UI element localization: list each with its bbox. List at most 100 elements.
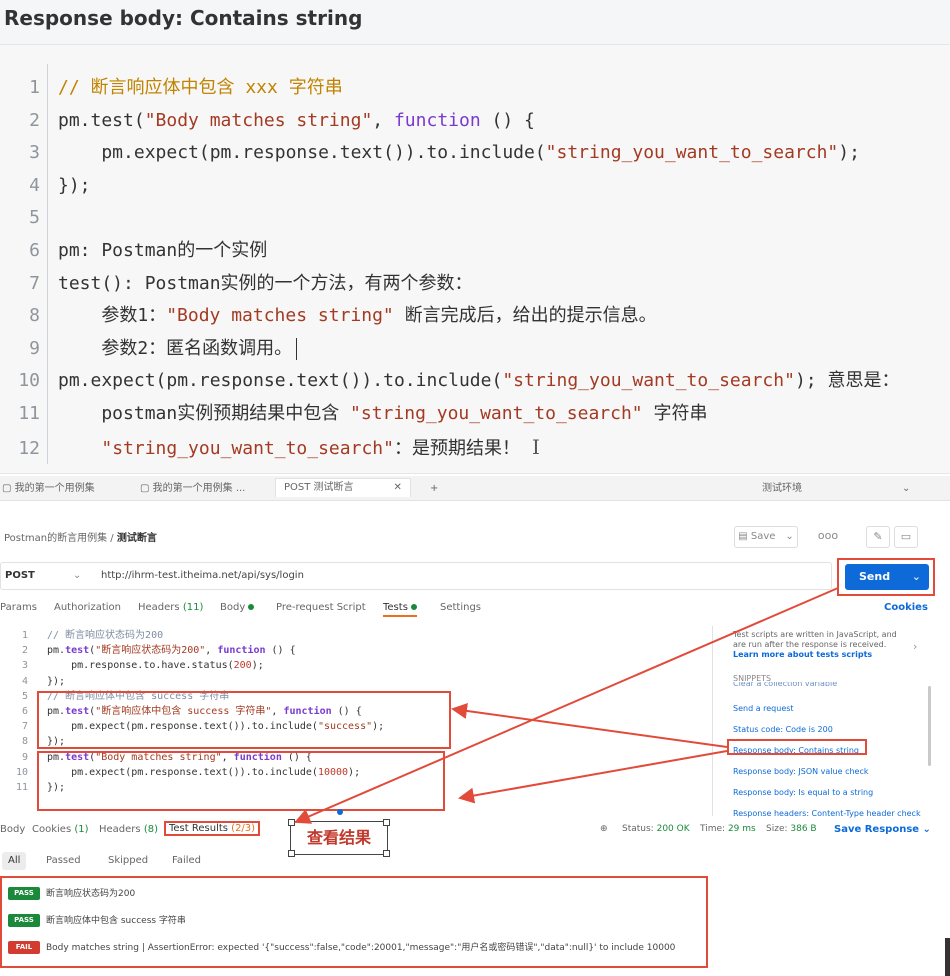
annotation-label: 查看结果 [288,819,390,857]
line-number: 4 [21,675,28,687]
close-icon[interactable]: ✕ [394,482,402,493]
code-token: pm. [47,645,66,657]
code-token: 断言完成后，给出的提示信息。 [393,305,657,327]
tab-active-request[interactable]: POST 测试断言 ✕ [275,478,411,497]
chevron-down-icon: ⌄ [902,483,911,494]
code-line: 3 pm.response.to.have.status(200); [0,658,264,673]
code-token: () { [480,109,535,131]
save-button[interactable]: ▤ Save ⌄ [734,526,798,548]
line-number: 11 [15,782,28,793]
more-options-icon[interactable]: ooo [817,526,839,546]
save-response-button[interactable]: Save Response ⌄ [834,824,931,835]
code-token: "Body matches string" [144,109,373,131]
code-token: function [217,645,266,657]
highlight-box-snippet [727,739,867,755]
filter-passed[interactable]: Passed [40,852,87,870]
code-line: 4}); [0,674,65,689]
tab-prerequest[interactable]: Pre-request Script [276,602,366,613]
line-number: 11 [18,403,40,424]
code-line: 11 postman实例预期结果中包含 "string_you_want_to_… [0,398,708,430]
tab-authorization[interactable]: Authorization [54,602,121,613]
snippet-item[interactable]: Status code: Code is 200 [733,725,833,734]
globe-icon: ⊕ [600,824,608,834]
code-token: 参数2：匿名函数调用。 [58,337,293,359]
send-button[interactable]: Send ⌄ [845,564,929,590]
chevron-down-icon[interactable]: ⌄ [912,564,921,590]
cookies-link[interactable]: Cookies [884,602,928,613]
tab-params[interactable]: Params [0,602,37,613]
line-number: 2 [21,645,28,657]
code-token: "string_you_want_to_search" [545,142,839,164]
edit-icon[interactable]: ✎ [866,526,890,548]
tab-settings[interactable]: Settings [440,602,481,613]
send-highlight-box: Send ⌄ [837,558,935,596]
code-token: "string_you_want_to_search" [502,370,795,392]
environment-select[interactable]: 测试环境 ⌄ [762,480,910,498]
response-tabs: Body Cookies (1) Headers (8) Test Result… [0,821,950,844]
result-row: PASS 断言响应状态码为200 [8,886,135,902]
line-number: 5 [21,690,28,702]
tab-response-cookies[interactable]: Cookies (1) [32,824,89,835]
line-number: 4 [29,174,40,196]
note-title: Response body: Contains string [4,6,363,30]
code-line: 3 pm.expect(pm.response.text()).to.inclu… [0,137,860,169]
snippet-item[interactable]: Clear a collection variable [733,682,837,688]
filter-all[interactable]: All [2,852,27,870]
code-token: "Body matches string" [166,305,394,327]
code-token: , [372,109,394,131]
tab-collection-1[interactable]: ▢ 我的第一个用例集 [2,480,95,498]
code-token: pm.response.to.have.status( [47,660,234,672]
snippet-item[interactable]: Response body: Is equal to a string [733,788,873,797]
code-line: 6 pm: Postman的一个实例 [0,235,267,267]
breadcrumb-current: 测试断言 [116,533,157,544]
filter-skipped[interactable]: Skipped [102,852,154,870]
postman-app: ▢ 我的第一个用例集 ▢ 我的第一个用例集 ... POST 测试断言 ✕ + 测… [0,476,950,976]
tab-response-headers[interactable]: Headers (8) [99,824,158,835]
tab-body[interactable]: Body [220,602,255,613]
tab-tests[interactable]: Tests [383,602,417,617]
code-token: () { [265,645,296,657]
code-token: ); [838,142,860,164]
url-input[interactable]: http://ihrm-test.itheima.net/api/sys/log… [101,563,304,589]
snippet-item[interactable]: Send a request [733,704,794,713]
tab-test-results[interactable]: Test Results (2/3) [164,821,261,836]
snippet-item[interactable]: Response headers: Content-Type header ch… [733,809,921,818]
learn-more-link[interactable]: Learn more about tests scripts [733,650,872,659]
resize-handle [383,850,390,857]
status-dot [248,604,255,610]
code-token: 参数1： [58,305,167,327]
line-number: 3 [21,660,28,672]
filter-failed[interactable]: Failed [166,852,207,870]
tab-headers[interactable]: Headers (11) [138,602,203,613]
resize-handle [288,819,295,826]
line-number: 6 [29,240,40,261]
tab-collection-2[interactable]: ▢ 我的第一个用例集 ... [140,480,245,498]
code-token: pm: Postman的一个实例 [58,240,268,261]
code-line: 1 // 断言响应状态码为200 [0,628,163,643]
fail-badge: FAIL [8,941,40,954]
code-token: 字符串 [642,403,708,424]
chevron-down-icon[interactable]: ⌄ [73,563,81,589]
tab-response-body[interactable]: Body [0,824,25,835]
pass-badge: PASS [8,887,40,900]
method-select[interactable]: POST [5,563,35,589]
doc-icon: ▢ [140,483,153,494]
note-panel: Response body: Contains string 1 // 断言响应体… [0,0,950,474]
snippet-item[interactable]: Response body: JSON value check [733,767,868,776]
scrollbar[interactable] [928,686,931,766]
response-status: Status: 200 OK [622,824,690,834]
code-line: 7 test(): Postman实例的一个方法，有两个参数： [0,268,472,300]
code-line: 12 "string_you_want_to_search"：是预期结果！ I [0,431,540,463]
response-size: Size: 386 B [766,824,817,834]
breadcrumb-parent[interactable]: Postman的断言用例集 / [4,533,114,544]
line-number: 7 [21,721,28,733]
new-tab-icon[interactable]: + [430,480,438,498]
line-number: 9 [29,337,40,359]
highlight-box-test3 [37,751,445,811]
comment-icon[interactable]: ▭ [894,526,918,548]
line-number: 7 [29,272,40,294]
pass-badge: PASS [8,914,40,927]
code-line: 9 参数2：匿名函数调用。 [0,333,298,365]
line-number: 5 [29,207,40,229]
chevron-right-icon[interactable]: › [913,640,917,653]
